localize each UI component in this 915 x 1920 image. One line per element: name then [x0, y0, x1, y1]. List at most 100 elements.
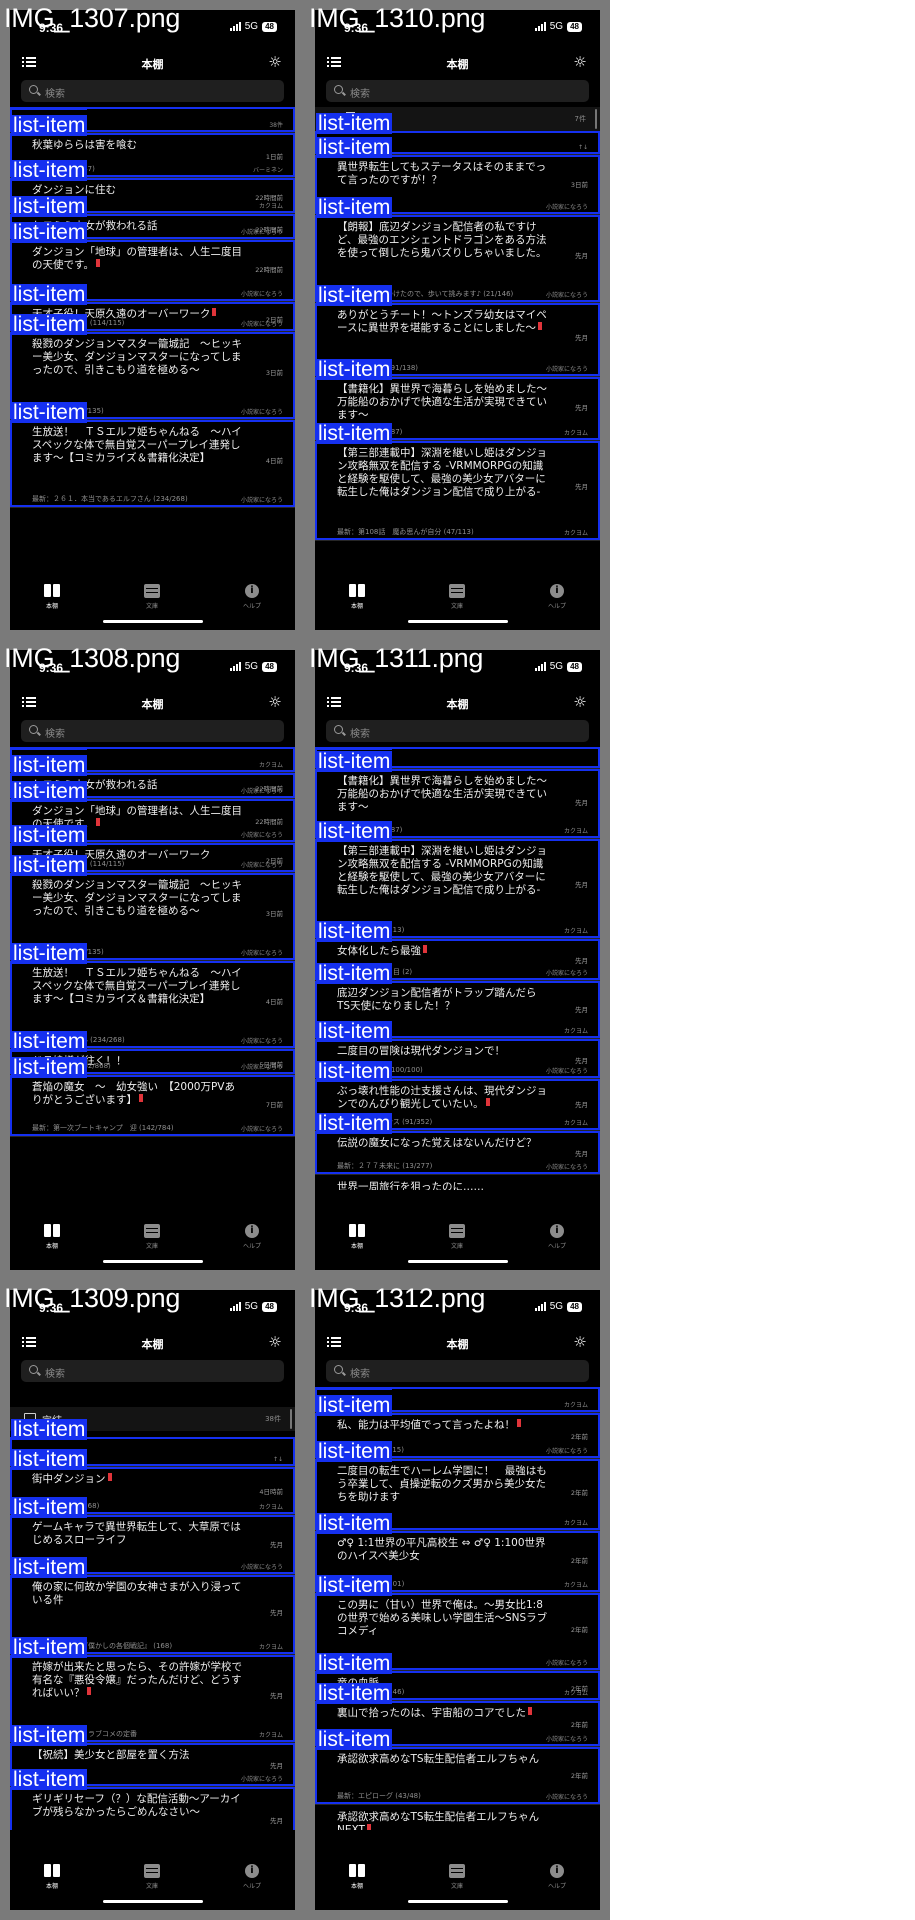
list-item[interactable]: list-item — [315, 747, 600, 769]
list-item[interactable]: ！ (73/75) カクヨム list-item — [10, 747, 295, 773]
item-info: 2日前 小説家になろう — [241, 302, 283, 331]
list-item[interactable]: ↑↓ list-item — [10, 1419, 295, 1467]
tab-bookshelf[interactable]: 本棚 — [27, 1224, 77, 1250]
tab-bookshelf[interactable]: 本棚 — [332, 584, 382, 610]
list-item[interactable]: 俺の家に何故か学園の女神さまが入り浸っている件 ヘトストーリー『僕かしの各個戦記』… — [10, 1557, 295, 1655]
scrollbar[interactable] — [290, 1409, 292, 1429]
brightness-icon[interactable]: ☼ — [267, 1334, 283, 1350]
search-input[interactable]: 検索 — [21, 80, 284, 102]
battery-icon: 48 — [567, 661, 582, 672]
item-info: 先月小説家になろう — [241, 1743, 283, 1786]
search-input[interactable]: 検索 — [21, 1360, 284, 1382]
list-item[interactable]: カクヨム list-item — [315, 1387, 600, 1413]
tab-bookshelf[interactable]: 本棚 — [332, 1864, 382, 1890]
new-flag-icon — [107, 1473, 112, 1481]
list-item[interactable]: ドラ娘様が往く！！ のスポンサー (162/868) 5日間前 小説家になろう list… — [10, 1031, 295, 1075]
tab-help[interactable]: i ヘルプ — [532, 584, 582, 610]
page-title: 本棚 — [141, 1338, 164, 1351]
list-item[interactable]: 蒼焔の魔女 ～ 幼女強い 【2000万PVありがとうございます】 最新：第一次ブー… — [10, 1057, 295, 1137]
list-item[interactable]: ありがとうチート！～トンズラ幼女はマイペースに異世界を堪能することにしました～ ら… — [315, 285, 600, 377]
item-title-text: この男に（甘い）世界で俺は。〜男女比1:8の世界で始める美味しい学園生活〜SNS… — [337, 1599, 548, 1637]
list-item[interactable]: 秋葉ゆららは害を喰む でいらない (28/47) 1日前 バーミネン list-item — [10, 115, 295, 178]
list-item[interactable]: 伝説の魔女になった覚えはないんだけど？ 最新：２７７未来に (13/277) 先月小… — [315, 1113, 600, 1175]
new-flag-icon — [528, 1707, 532, 1715]
brightness-icon[interactable]: ☼ — [267, 54, 283, 70]
list-item[interactable]: 許嫁が出来たと思ったら、その許嫁が学校で有名な『悪役令嬢』だったんだけど、どうす… — [10, 1637, 295, 1743]
list-item[interactable]: 底辺ダンジョン配信者がトラップ踏んだらTS天使になりました！？ (77) 先月 カクヨ… — [315, 963, 600, 1039]
tab-library[interactable]: 文庫 — [432, 1224, 482, 1250]
tab-help[interactable]: i ヘルプ — [227, 1864, 277, 1890]
item-info: ↑↓ — [546, 131, 588, 154]
tab-library[interactable]: 文庫 — [127, 1224, 177, 1250]
list-item[interactable]: 二度目の転生でハーレム学園に！ 最強はもう卒業して、貞操逆転のクズ男から美少女た… — [315, 1441, 600, 1531]
list-item[interactable]: ダンジョン「地球」の管理者は、人生二度目の天使です。 存人 (92/93) 22時間… — [10, 222, 295, 302]
list-item[interactable]: 【祝続】美少女と部屋を置く方法 (83/117) 先月 小説家になろう list-ite… — [10, 1725, 295, 1787]
group-header[interactable]: 7件 — [315, 107, 600, 131]
list-item[interactable]: 承認欲求高めなTS転生配信者エルフちゃん NEXT — [315, 1805, 600, 1830]
list-item[interactable]: 世界一周旅行を狙ったのに…… 先月 — [315, 1175, 600, 1190]
item-title-text: ぶっ壊れ性能の辻支援さんは、現代ダンジョンでのんびり観光していたい。 — [337, 1085, 547, 1110]
list-item[interactable]: 生放送！ ＴＳエルフ姫ちゃんねる ～ハイスペックな体で無自覚スーパープレイ連発し… — [10, 943, 295, 1049]
list-item[interactable]: ギリギリセーフ（？）な配信活動〜アーカイブが残らなかったらごめんなさい〜最新：２… — [10, 1769, 295, 1830]
library-icon — [449, 1224, 465, 1238]
tab-library[interactable]: 文庫 — [127, 1864, 177, 1890]
signal-icon — [229, 1302, 241, 1311]
search-input[interactable]: 検索 — [326, 80, 589, 102]
list-item[interactable]: ぶっ壊れ性能の辻支援さんは、現代ダンジョンでのんびり観光していたい。 世界：ダンジ… — [315, 1061, 600, 1131]
brightness-icon[interactable]: ☼ — [572, 54, 588, 70]
trash-icon[interactable] — [346, 112, 355, 123]
tab-help[interactable]: i ヘルプ — [532, 1224, 582, 1250]
item-info: 先月小説家になろう — [546, 1039, 588, 1078]
tab-help[interactable]: i ヘルプ — [227, 1224, 277, 1250]
list-item[interactable]: ↑↓ list-item — [315, 113, 600, 155]
tab-bookshelf[interactable]: 本棚 — [27, 1864, 77, 1890]
tab-bookshelf[interactable]: 本棚 — [27, 584, 77, 610]
list-item[interactable]: 【書籍化】異世界で海暮らしを始めました～万能船のおかげで快適な生活が実現できてい… — [315, 359, 600, 441]
search-input[interactable]: 検索 — [21, 720, 284, 742]
list-item[interactable]: 天才子役！天原久遠のオーバーワーク 天才タレンジャー (114/115) 2日前 小説… — [10, 825, 295, 873]
scrollbar[interactable] — [595, 109, 597, 129]
list-item[interactable]: ダンジョンに住む！ (73/75) 22時間前 カクヨム list-item — [10, 160, 295, 214]
tab-bookshelf[interactable]: 本棚 — [332, 1224, 382, 1250]
list-item[interactable]: 殺戮のダンジョンマスター籠城記 ～ヒッキー美少女、ダンジョンマスターになってしま… — [10, 855, 295, 961]
list-item[interactable]: この男に（甘い）世界で俺は。〜男女比1:8の世界で始める美味しい学園生活〜SNS… — [315, 1575, 600, 1671]
tab-label: 本棚 — [350, 1883, 363, 1890]
list-item[interactable]: 38件 list-item — [10, 107, 295, 133]
list-item[interactable]: 殺戮のダンジョンマスター籠城記 ～ヒッキー美少女、ダンジョンマスターになってしま… — [10, 314, 295, 420]
tab-library[interactable]: 文庫 — [432, 584, 482, 610]
list-item[interactable]: 二度目の冒険は現代ダンジョンで！ れる思いと覚悟 (100/100) 先月 小説家にな… — [315, 1021, 600, 1079]
list-item[interactable]: ケモミミ少女が救われる話 (28/28) 22時間前 小説家になろう list-item — [10, 196, 295, 240]
item-updated: 先月 — [270, 1691, 283, 1700]
tab-library[interactable]: 文庫 — [432, 1864, 482, 1890]
list-item[interactable]: 天才子役！天原久遠のオーバーワーク 天才タレンジャー (114/115) 2日前 小説… — [10, 284, 295, 332]
tab-help[interactable]: i ヘルプ — [227, 584, 277, 610]
search-input[interactable]: 検索 — [326, 1360, 589, 1382]
list-item[interactable]: 生放送！ ＴＳエルフ姫ちゃんねる ～ハイスペックな体で無自覚スーパープレイ連発し… — [10, 402, 295, 508]
brightness-icon[interactable]: ☼ — [572, 694, 588, 710]
item-updated: 7日前 — [265, 1101, 283, 1110]
list-item[interactable]: 【第三部連載中】深淵を継いし姫はダンジョン攻略無双を配信する -VRMMORPG… — [315, 821, 600, 939]
list-item[interactable]: 街中ダンジョン ゆるせない (38/768) 4日時前 カクヨム list-item — [10, 1449, 295, 1515]
item-latest-chapter: 天才タレンジャー (114/115) — [32, 860, 125, 868]
list-item[interactable]: ゲームキャラで異世界転生して、大草原ではじめるスローライフ 最新 (72/72) 先… — [10, 1497, 295, 1575]
item-info: 38件 — [241, 107, 283, 132]
tab-help[interactable]: i ヘルプ — [532, 1864, 582, 1890]
brightness-icon[interactable]: ☼ — [267, 694, 283, 710]
list-item[interactable]: 裏山で拾ったのは、宇宙船のコアでした の決意 (78/173) 2年前 小説家になろう… — [315, 1683, 600, 1747]
list-item[interactable]: 【第三部連載中】深淵を継いし姫はダンジョン攻略無双を配信する -VRMMORPG… — [315, 423, 600, 541]
brightness-icon[interactable]: ☼ — [572, 1334, 588, 1350]
list-item[interactable]: 【書籍化】異世界で海暮らしを始めました～万能船のおかげで快適な生活が実現できてい… — [315, 751, 600, 839]
list-item[interactable]: ダンジョン「地球」の管理者は、人生二度目の天使です。 存人 (92/93) 22時間… — [10, 781, 295, 843]
list-item[interactable]: 承認欲求高めなTS転生配信者エルフちゃん 最新：エピローグ (43/48) 2年前小… — [315, 1729, 600, 1805]
list-item[interactable]: 【朗報】底辺ダンジョン配信者の私ですけど、最強のエンシェントドラゴンをある方法を… — [315, 197, 600, 303]
list-item[interactable]: ケモミミ少女が救われる話 (28/28) 22時間前 小説家になろう list-item — [10, 755, 295, 799]
tab-label: 文庫 — [145, 1243, 158, 1250]
tab-library[interactable]: 文庫 — [127, 584, 177, 610]
list-item[interactable]: 女体化したら最強 攻略者小説 ９日目 (2) 先月 小説家になろう list-item — [315, 921, 600, 981]
search-input[interactable]: 検索 — [326, 720, 589, 742]
group-header[interactable]: 完結 38件 — [10, 1407, 295, 1431]
list-item[interactable]: 竜の血脈 財神の後裔 (53/346) 2年前 カクヨム list-item — [315, 1653, 600, 1701]
list-item[interactable]: ♂♀ 1:1世界の平凡高校生 ⇔ ♂♀ 1:100世界のハイスペ美少女 したらたし… — [315, 1513, 600, 1593]
list-item[interactable]: 異世界転生してもステータスはそのままでって言ったのですが！？ ロの話 (15/32… — [315, 137, 600, 215]
list-item[interactable]: 私、能力は平均値でって言ったよね！ ったっ！ 1 (88/715) 2年前 小説家にな… — [315, 1395, 600, 1459]
